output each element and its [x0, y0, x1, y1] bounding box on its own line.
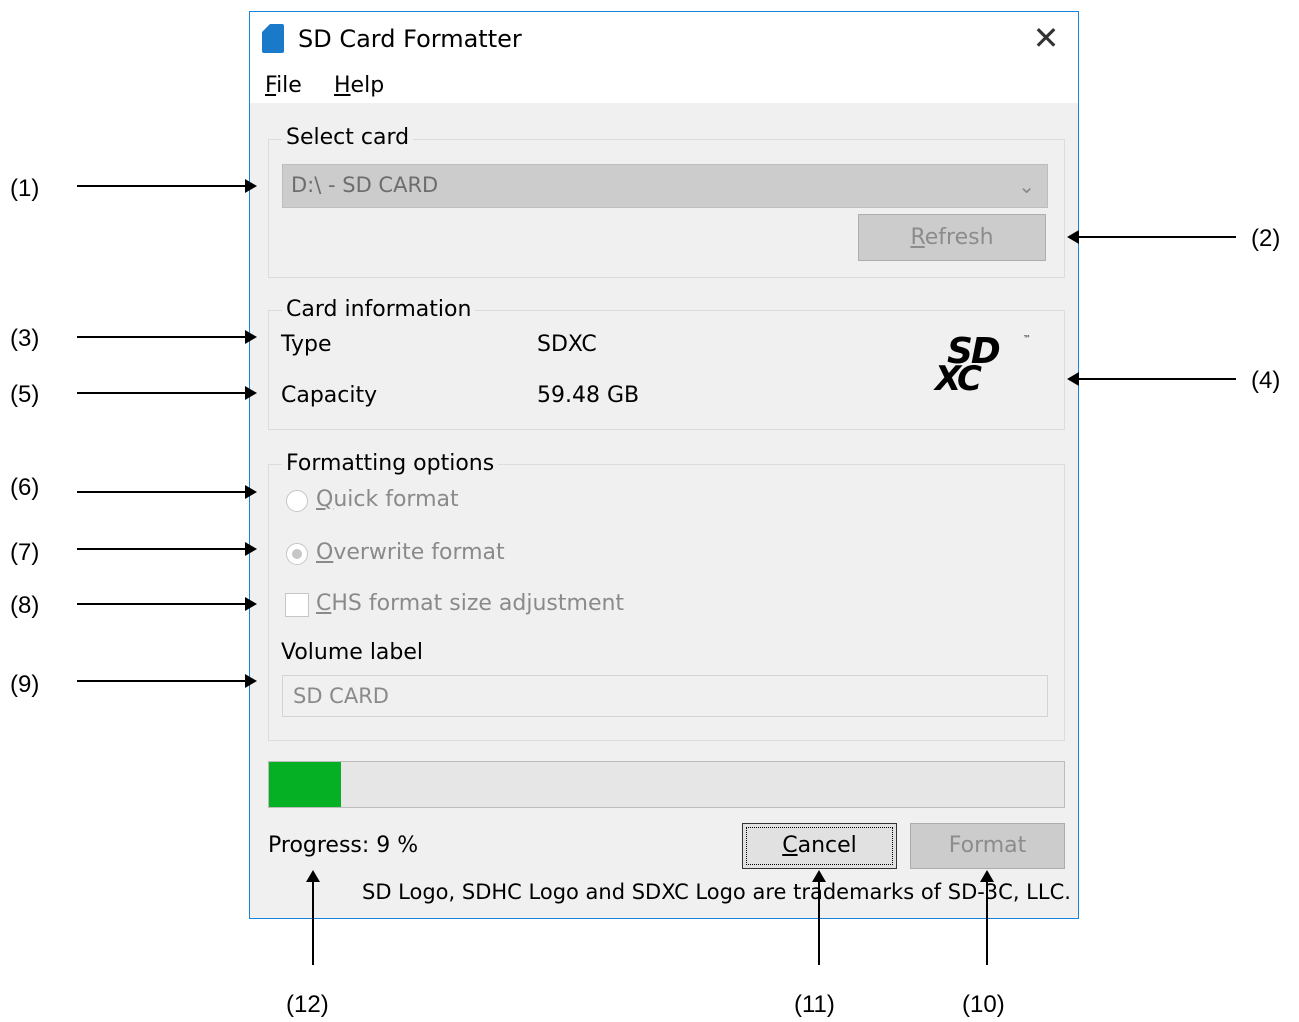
type-value: SDXC: [537, 332, 597, 357]
progress-text: Progress: 9 %: [268, 833, 419, 858]
trademark-symbol: ™: [1023, 334, 1031, 343]
menu-help-mnemonic: H: [334, 73, 351, 98]
refresh-mnemonic: R: [910, 225, 925, 250]
quick-format-radio[interactable]: [286, 490, 308, 512]
annotation-3: (3): [10, 325, 40, 352]
sd-card-formatter-window: SD Card Formatter ✕ File Help Select car…: [249, 11, 1079, 919]
menu-help[interactable]: Help: [334, 73, 384, 98]
format-button[interactable]: Format: [910, 823, 1065, 869]
window-title: SD Card Formatter: [298, 25, 522, 53]
arrow-5-head: [245, 386, 257, 400]
overwrite-format-mnemonic: O: [316, 540, 334, 565]
arrow-6-line: [77, 491, 245, 493]
annotation-6: (6): [10, 474, 40, 501]
card-information-label: Card information: [282, 297, 476, 322]
overwrite-format-radio[interactable]: [286, 543, 308, 565]
arrow-3-head: [245, 330, 257, 344]
arrow-2-head: [1067, 230, 1079, 244]
menu-file-mnemonic: F: [265, 73, 277, 98]
progress-bar: [268, 761, 1065, 808]
annotation-4: (4): [1251, 367, 1281, 394]
annotation-9: (9): [10, 671, 40, 698]
quick-format-text: uick format: [333, 487, 459, 512]
refresh-label: efresh: [924, 225, 994, 250]
volume-label-caption: Volume label: [281, 640, 424, 665]
arrow-4-line: [1079, 378, 1236, 380]
chevron-down-icon: ⌄: [1018, 174, 1035, 198]
arrow-9-line: [77, 680, 245, 682]
arrow-3-line: [77, 336, 245, 338]
cancel-button[interactable]: Cancel: [742, 823, 897, 869]
capacity-label: Capacity: [281, 383, 378, 408]
overwrite-format-label[interactable]: Overwrite format: [316, 540, 505, 565]
arrow-10-line: [986, 882, 988, 965]
arrow-9-head: [245, 674, 257, 688]
annotation-5: (5): [10, 381, 40, 408]
arrow-11-line: [818, 882, 820, 965]
annotation-1: (1): [10, 175, 40, 202]
formatting-options-label: Formatting options: [282, 451, 499, 476]
menu-bar: File Help: [250, 67, 1078, 103]
volume-label-input[interactable]: SD CARD: [282, 675, 1048, 717]
select-card-label: Select card: [282, 125, 414, 150]
arrow-7-head: [245, 542, 257, 556]
arrow-12-head: [306, 870, 320, 882]
focus-rectangle: [746, 827, 893, 865]
card-select-value: D:\ - SD CARD: [291, 173, 439, 197]
annotation-8: (8): [10, 592, 40, 619]
annotation-7: (7): [10, 539, 40, 566]
title-bar[interactable]: SD Card Formatter ✕: [250, 12, 1078, 67]
annotation-10: (10): [962, 991, 1005, 1018]
arrow-4-head: [1067, 372, 1079, 386]
menu-file-label: ile: [276, 73, 302, 98]
progress-bar-fill: [269, 762, 341, 807]
arrow-1-line: [77, 185, 245, 187]
quick-format-mnemonic: Q: [316, 487, 334, 512]
arrow-8-head: [245, 597, 257, 611]
chs-format-label[interactable]: CHS format size adjustment: [316, 591, 624, 616]
capacity-value: 59.48 GB: [537, 383, 640, 408]
annotation-2: (2): [1251, 225, 1281, 252]
volume-label-value: SD CARD: [293, 684, 389, 708]
annotation-11: (11): [794, 991, 835, 1018]
arrow-11-head: [812, 870, 826, 882]
quick-format-label[interactable]: Quick format: [316, 487, 459, 512]
close-icon[interactable]: ✕: [1026, 18, 1066, 58]
arrow-10-head: [980, 870, 994, 882]
sdxc-logo-bottom: XC: [935, 359, 982, 399]
arrow-7-line: [77, 548, 245, 550]
menu-help-label: elp: [350, 73, 385, 98]
overwrite-format-text: verwrite format: [333, 540, 505, 565]
arrow-12-line: [312, 882, 314, 965]
type-label: Type: [281, 332, 332, 357]
chs-format-checkbox[interactable]: [285, 593, 309, 617]
sdxc-logo: SD XC ™: [935, 334, 1035, 404]
arrow-6-head: [245, 485, 257, 499]
refresh-button[interactable]: Refresh: [858, 214, 1046, 261]
chs-format-mnemonic: C: [316, 591, 332, 616]
menu-file[interactable]: File: [265, 73, 302, 98]
arrow-2-line: [1079, 236, 1236, 238]
sd-card-icon: [262, 24, 284, 53]
arrow-5-line: [77, 392, 245, 394]
card-select-dropdown[interactable]: D:\ - SD CARD ⌄: [282, 164, 1048, 208]
arrow-1-head: [245, 179, 257, 193]
chs-format-text: HS format size adjustment: [331, 591, 625, 616]
trademark-footer: SD Logo, SDHC Logo and SDXC Logo are tra…: [362, 880, 1071, 904]
arrow-8-line: [77, 603, 245, 605]
radio-selected-dot: [292, 549, 302, 559]
annotation-12: (12): [286, 991, 329, 1018]
